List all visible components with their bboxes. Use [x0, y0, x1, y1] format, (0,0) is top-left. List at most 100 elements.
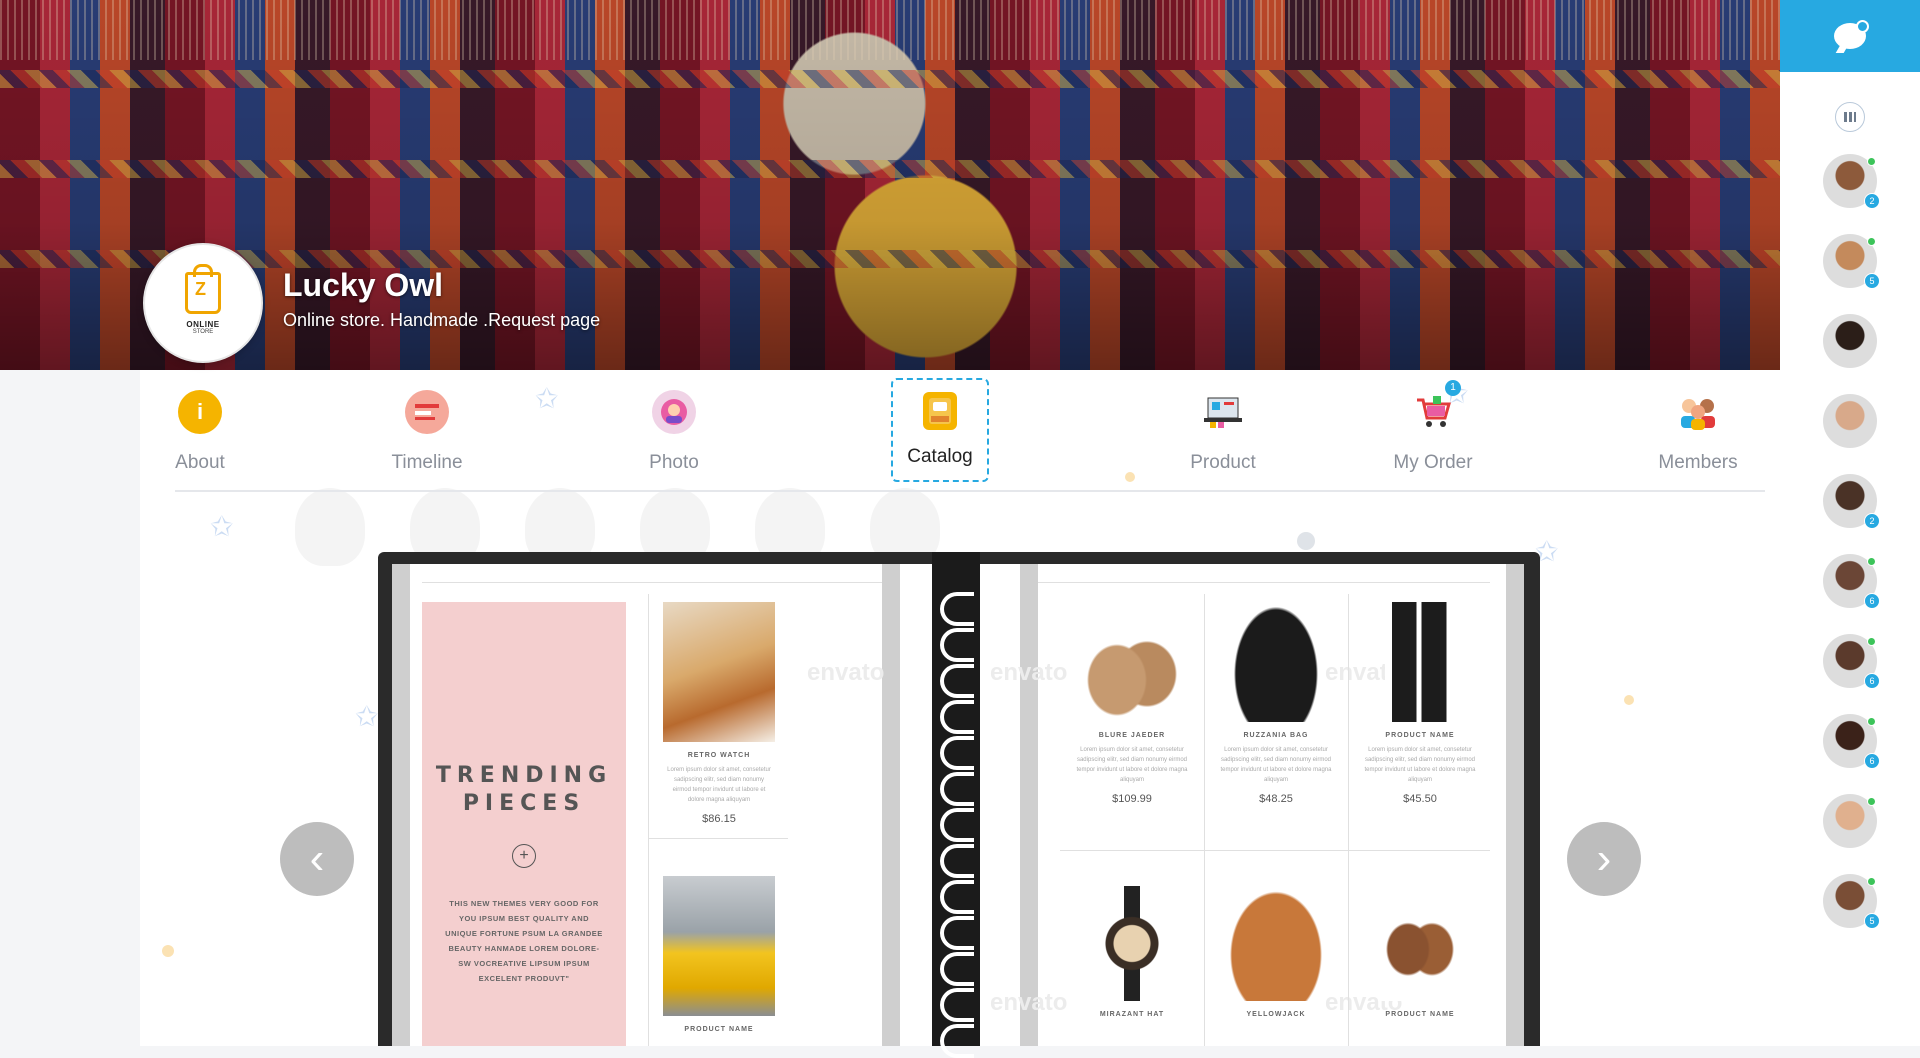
product-description: Lorem ipsum dolor sit amet, consetetur s…	[1364, 747, 1476, 783]
unread-count-badge: 2	[1864, 193, 1880, 209]
store-logo[interactable]: ONLINE STORE	[143, 243, 263, 363]
cart-icon: 1	[1411, 380, 1461, 434]
heels-image	[1082, 602, 1182, 722]
next-page-button[interactable]: ›	[1567, 822, 1641, 896]
members-icon	[1676, 390, 1720, 434]
product-name: YELLOWJACK	[1246, 1011, 1306, 1018]
product-name: RETRO WATCH	[687, 752, 751, 759]
unread-count-badge: 5	[1864, 273, 1880, 289]
divider	[1020, 582, 1490, 583]
product-price: $109.99	[1112, 793, 1152, 805]
product-card[interactable]: PRODUCT NAME	[1350, 886, 1490, 1018]
product-name: PRODUCT NAME	[1385, 732, 1455, 739]
chat-icon	[1834, 20, 1869, 49]
store-name: Lucky Owl	[283, 267, 444, 303]
shopping-bag-icon	[185, 263, 221, 314]
contact-avatar[interactable]: 6	[1823, 554, 1880, 609]
catalog-right-page: envato envato envato envato BLURE JAEDER…	[980, 564, 1524, 1046]
catalog-book[interactable]: envato envato envato TRENDING PIECES + T…	[378, 552, 1540, 1058]
contact-avatar[interactable]	[1823, 394, 1877, 448]
divider	[1348, 594, 1349, 1046]
cover-stripe-decor	[0, 160, 1780, 178]
binder-ring	[940, 628, 974, 662]
tab-label: Timeline	[391, 452, 463, 473]
contact-avatar[interactable]: 2	[1823, 474, 1880, 529]
product-card[interactable]: BLURE JAEDER Lorem ipsum dolor sit amet,…	[1062, 602, 1202, 805]
contact-avatar[interactable]: 2	[1823, 154, 1880, 209]
contact-avatar[interactable]	[1823, 794, 1877, 848]
plus-icon: +	[512, 844, 536, 868]
logo-line2: STORE	[192, 328, 214, 335]
unread-count-badge: 6	[1864, 673, 1880, 689]
product-card[interactable]: YELLOWJACK	[1206, 886, 1346, 1018]
unread-count-badge: 2	[1864, 513, 1880, 529]
product-name: PRODUCT NAME	[684, 1026, 754, 1033]
divider	[648, 838, 788, 839]
unread-count-badge: 5	[1864, 913, 1880, 929]
cover-fringe-decor	[0, 0, 1780, 60]
contact-avatar[interactable]: 5	[1823, 874, 1880, 929]
page-gutter	[1506, 564, 1524, 1046]
illustration-decor	[295, 488, 365, 566]
contact-avatar[interactable]: 6	[1823, 634, 1880, 689]
online-indicator	[1867, 637, 1876, 646]
prev-page-button[interactable]: ‹	[280, 822, 354, 896]
tab-label: About	[175, 452, 225, 473]
rail-menu-button[interactable]	[1835, 102, 1865, 132]
order-count-badge: 1	[1445, 380, 1461, 396]
retro-watch-image	[663, 602, 775, 742]
tab-label: Members	[1658, 452, 1738, 473]
boots-image	[1385, 602, 1455, 722]
product-name: MIRAZANT HAT	[1099, 1011, 1165, 1018]
product-description: Lorem ipsum dolor sit amet, consetetur s…	[1076, 747, 1188, 783]
product-card[interactable]: RUZZANIA BAG Lorem ipsum dolor sit amet,…	[1206, 602, 1346, 805]
logo-line1: ONLINE	[186, 319, 220, 329]
binder-ring	[940, 808, 974, 842]
product-name: PRODUCT NAME	[1385, 1011, 1455, 1018]
timeline-icon	[405, 390, 449, 434]
chat-button[interactable]	[1780, 0, 1920, 72]
product-card[interactable]: PRODUCT NAME Lorem ipsum dolor sit amet,…	[1350, 602, 1490, 805]
divider	[422, 582, 892, 583]
photo-icon	[652, 390, 696, 434]
contact-avatar[interactable]: 6	[1823, 714, 1880, 769]
product-description: Lorem ipsum dolor sit amet, consetetur s…	[1220, 747, 1332, 783]
right-rail: 2 5 2 6 6 6 5	[1780, 0, 1920, 1046]
unread-count-badge: 6	[1864, 593, 1880, 609]
binder-ring	[940, 700, 974, 734]
online-indicator	[1867, 237, 1876, 246]
bag-image	[1231, 602, 1321, 722]
product-icon	[1201, 390, 1245, 434]
product-price: $86.15	[702, 813, 736, 825]
tab-my-order[interactable]: 1 My Order	[1378, 378, 1488, 486]
tab-label: Photo	[649, 452, 699, 473]
dot-decor	[162, 945, 174, 957]
page-gutter	[882, 564, 900, 1046]
product-card[interactable]: MIRAZANT HAT	[1062, 886, 1202, 1018]
contact-avatar[interactable]	[1823, 314, 1877, 368]
watermark: envato	[990, 989, 1068, 1016]
product-price: $45.50	[1403, 793, 1437, 805]
star-doodle-icon: ✩	[355, 701, 379, 732]
page-gutter	[1020, 564, 1038, 1046]
tab-about[interactable]: i About	[145, 378, 255, 486]
tab-photo[interactable]: Photo	[619, 378, 729, 486]
info-icon: i	[178, 390, 222, 434]
star-doodle-icon: ✩	[210, 511, 234, 542]
contact-avatar[interactable]: 5	[1823, 234, 1880, 289]
binder-ring	[940, 844, 974, 878]
product-card[interactable]: RETRO WATCH Lorem ipsum dolor sit amet, …	[654, 602, 784, 825]
cover-stripe-decor	[0, 70, 1780, 88]
tab-timeline[interactable]: Timeline	[372, 378, 482, 486]
divider	[1204, 594, 1205, 1046]
binder-ring	[940, 880, 974, 914]
catalog-left-page: envato envato envato TRENDING PIECES + T…	[392, 564, 932, 1046]
tab-product[interactable]: Product	[1168, 378, 1278, 486]
tab-members[interactable]: Members	[1643, 378, 1753, 486]
product-name: BLURE JAEDER	[1098, 732, 1166, 739]
catalog-icon	[923, 392, 957, 430]
tab-catalog[interactable]: Catalog	[891, 378, 989, 482]
trending-heading: TRENDING PIECES	[422, 762, 626, 818]
product-name: RUZZANIA BAG	[1243, 732, 1309, 739]
product-card[interactable]: PRODUCT NAME	[654, 876, 784, 1033]
